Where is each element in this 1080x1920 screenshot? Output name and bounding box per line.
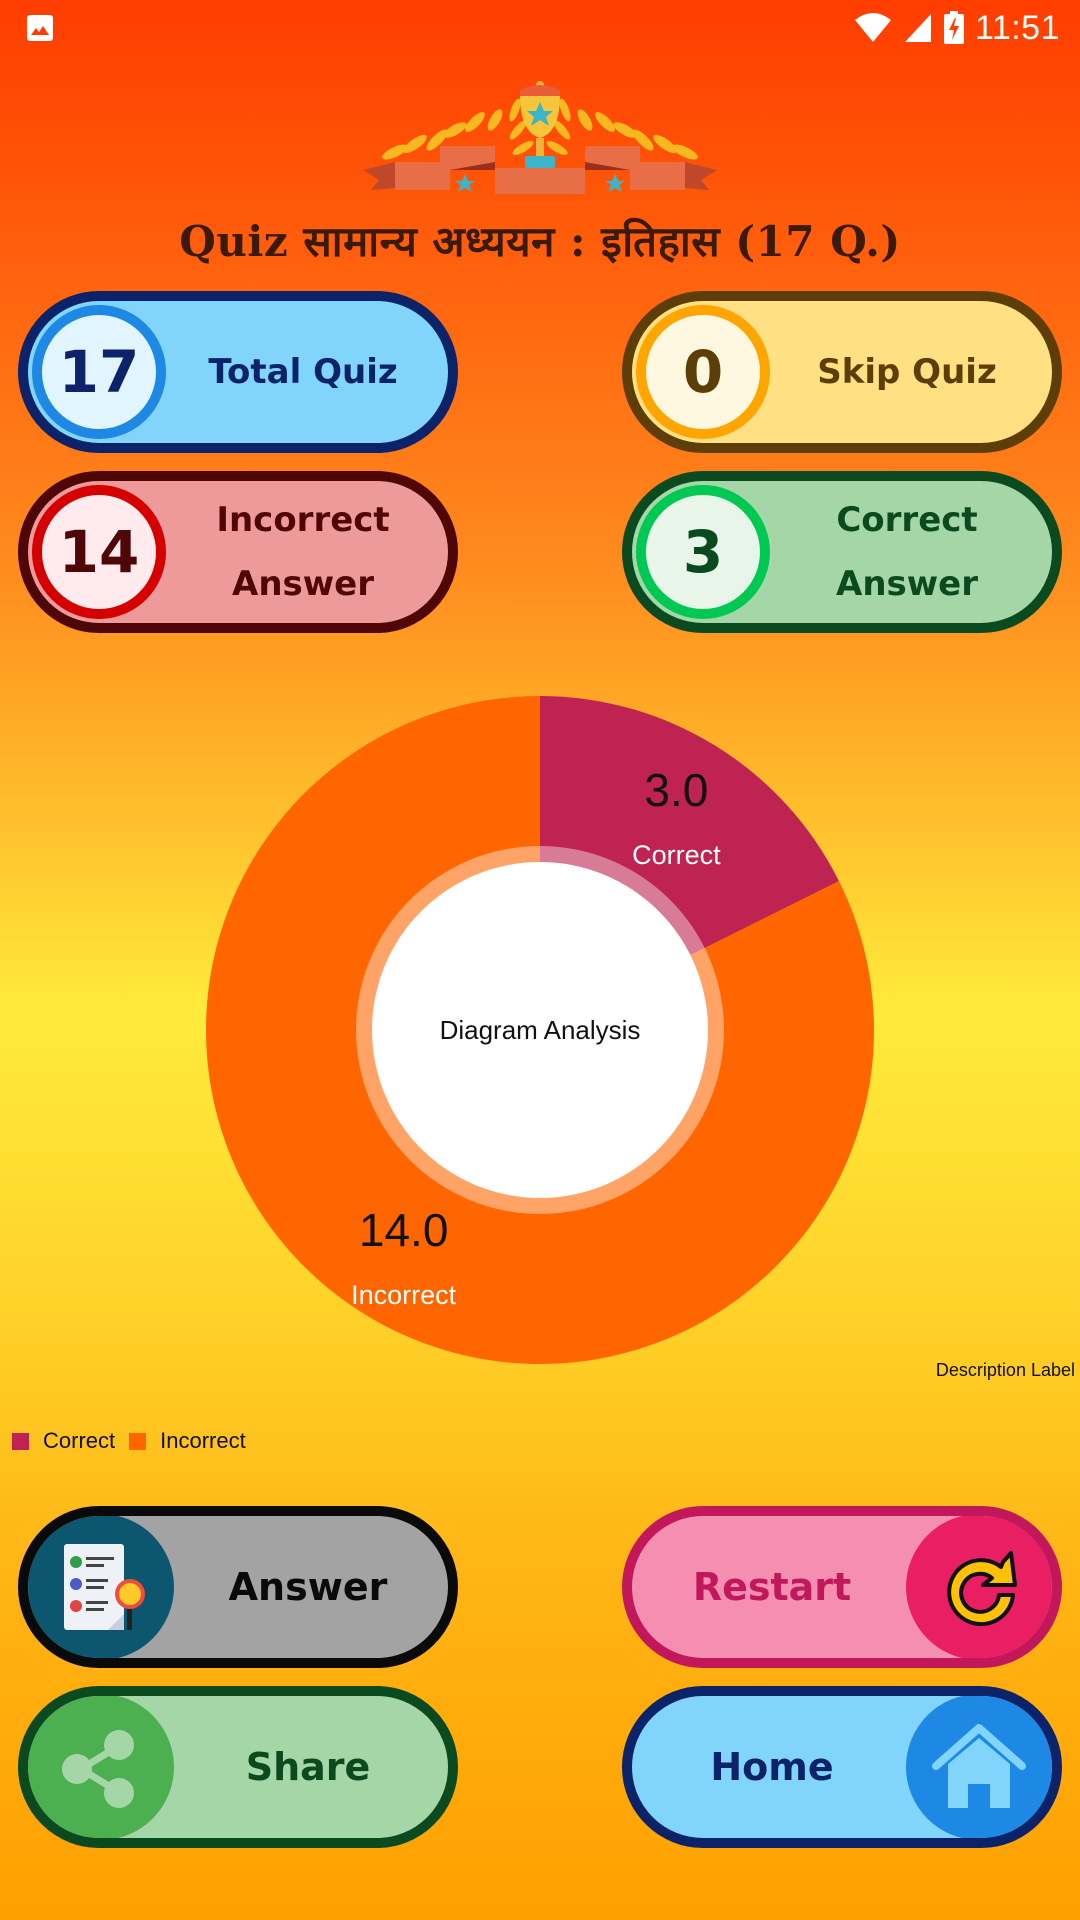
legend-swatch-correct (12, 1432, 29, 1450)
slice-label-incorrect: Incorrect (351, 1280, 457, 1310)
slice-label-correct: Correct (632, 840, 721, 870)
chart-legend: Correct Incorrect (12, 1428, 260, 1454)
chart-description-label: Description Label (935, 1360, 1075, 1380)
total-quiz-count: 17 (32, 305, 166, 439)
wifi-icon (854, 13, 891, 42)
incorrect-answer-stat: 14 Incorrect Answer (18, 471, 458, 633)
incorrect-answer-label-line2: Answer (232, 564, 374, 604)
skip-quiz-count: 0 (636, 305, 770, 439)
legend-item-incorrect: Incorrect (129, 1428, 246, 1454)
restart-icon (947, 1551, 1017, 1627)
battery-charging-icon (943, 11, 964, 44)
incorrect-answer-count: 14 (32, 485, 166, 619)
home-button-label: Home (710, 1745, 834, 1789)
legend-label-incorrect: Incorrect (160, 1428, 246, 1453)
correct-answer-count: 3 (636, 485, 770, 619)
clock: 11:51 (974, 8, 1060, 47)
trophy-banner-icon (363, 81, 717, 194)
image-notification-icon (27, 15, 53, 41)
page-title: Quiz सामान्य अध्ययन : इतिहास (17 Q.) (179, 217, 901, 266)
answer-button[interactable]: Answer (18, 1506, 458, 1668)
share-button-label: Share (245, 1745, 371, 1789)
total-quiz-label: Total Quiz (208, 352, 398, 392)
home-icon (932, 1724, 1026, 1808)
slice-value-incorrect: 14.0 (359, 1204, 449, 1256)
answer-sheet-icon (64, 1544, 145, 1630)
legend-label-correct: Correct (43, 1428, 116, 1453)
restart-button-label: Restart (692, 1565, 852, 1609)
cell-signal-icon (904, 14, 931, 42)
slice-value-correct: 3.0 (644, 764, 708, 816)
total-quiz-stat: 17 Total Quiz (18, 291, 458, 453)
home-button[interactable]: Home (622, 1686, 1062, 1848)
incorrect-answer-label-line1: Incorrect (216, 500, 390, 540)
correct-answer-label-line1: Correct (836, 500, 978, 540)
restart-button[interactable]: Restart (622, 1506, 1062, 1668)
share-icon (62, 1730, 134, 1808)
legend-item-correct: Correct (12, 1428, 115, 1454)
answer-button-label: Answer (228, 1565, 388, 1609)
correct-answer-stat: 3 Correct Answer (622, 471, 1062, 633)
diagram-analysis-chart: Diagram Analysis 3.0 Correct 14.0 Incorrect (206, 696, 875, 1364)
correct-answer-label-line2: Answer (836, 564, 978, 604)
legend-swatch-incorrect (129, 1432, 147, 1450)
skip-quiz-label: Skip Quiz (817, 352, 997, 392)
skip-quiz-stat: 0 Skip Quiz (622, 291, 1062, 453)
status-icons: 11:51 (853, 6, 1060, 50)
share-button[interactable]: Share (18, 1686, 458, 1848)
chart-center-text: Diagram Analysis (440, 1015, 641, 1045)
status-bar: 11:51 (0, 0, 1080, 54)
